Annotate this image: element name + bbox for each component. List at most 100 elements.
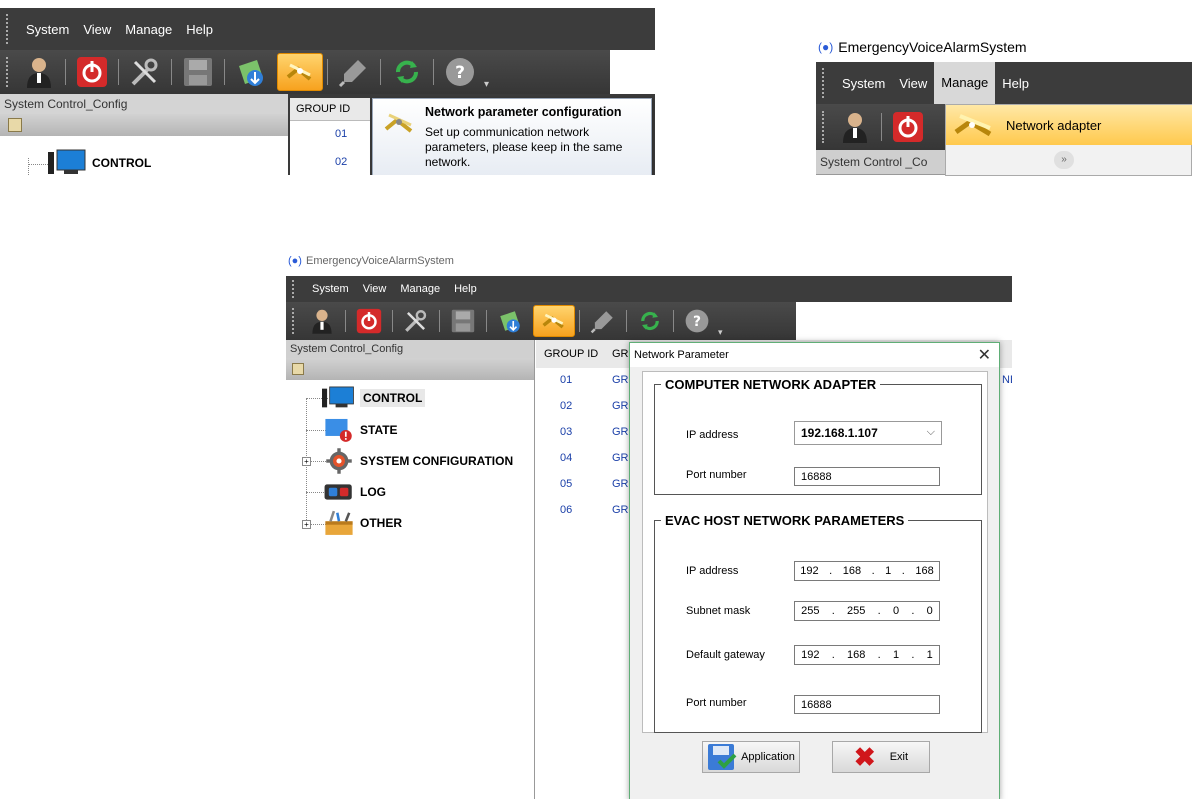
menu-system[interactable]: System [19,22,76,37]
save-icon[interactable] [444,305,482,337]
toolbar-separator [486,309,487,333]
user-icon[interactable] [303,305,341,337]
toolbar-grip [292,307,297,335]
host-port-input[interactable]: 16888 [794,695,940,714]
panel-header: System Control _Co [816,150,960,175]
help-icon[interactable]: ? [438,53,482,91]
tree-item-other[interactable]: OTHER [322,509,402,537]
subnet-mask-input[interactable]: 255. 255. 0. 0 [794,601,940,621]
toolbar-overflow-icon[interactable]: ▾ [484,79,489,90]
toolbar [816,104,956,150]
close-icon[interactable]: ✕ [978,345,991,365]
panel-subheader [0,114,288,136]
toolbar-separator [881,113,882,141]
toolbar-overflow-icon[interactable]: ▾ [718,327,723,338]
tools-icon[interactable] [397,305,435,337]
grid-cell-id[interactable]: 02 [335,156,347,168]
svg-text:?: ? [693,314,701,330]
panel-tree-icon[interactable] [8,118,22,132]
menu-help[interactable]: Help [179,22,220,37]
grid-cell-id[interactable]: 04 [560,452,572,464]
menu-manage[interactable]: Manage [118,22,179,37]
panel-title: System Control_Config [290,343,404,355]
menu-bar: System View Manage Help [286,276,1012,302]
dropdown-item-label: Network adapter [1006,117,1102,133]
help-icon[interactable]: ? [678,305,716,337]
clear-icon[interactable] [584,305,622,337]
panel-tree-icon[interactable] [292,363,304,375]
dropdown-item-network-adapter[interactable]: Network adapter [946,105,1192,145]
grid-cell-id[interactable]: 03 [560,426,572,438]
menu-help[interactable]: Help [447,283,484,295]
tree-item-state[interactable]: STATE [322,416,398,444]
network-upload-icon[interactable] [229,53,273,91]
tree-label-system-configuration: SYSTEM CONFIGURATION [360,454,514,468]
default-gateway-input[interactable]: 192. 168. 1. 1 [794,645,940,665]
toolbar-separator [626,309,627,333]
menu-view[interactable]: View [76,22,118,37]
save-icon [708,744,737,770]
toolbar-separator [579,309,580,333]
network-config-icon[interactable] [277,53,323,91]
tree-item-control[interactable]: CONTROL [322,384,426,412]
menu-manage[interactable]: Manage [393,283,447,295]
tree-label-control: CONTROL [92,156,152,170]
exit-button[interactable]: ✖ Exit [832,741,930,773]
host-group-legend: EVAC HOST NETWORK PARAMETERS [665,513,905,528]
expand-icon[interactable]: + [302,457,311,466]
network-config-icon[interactable] [533,305,575,337]
exit-label: Exit [889,751,909,763]
clear-icon[interactable] [332,53,376,91]
computer-ip-select[interactable]: 192.168.1.107 ⌵ [794,421,942,445]
tree-item-control[interactable]: CONTROL [48,148,151,175]
host-ip-input[interactable]: 192. 168. 1. 168 [794,561,940,581]
tree-item-log[interactable]: LOG [322,478,386,506]
dropdown-expand-icon[interactable]: » [1054,151,1074,169]
subnet-mask-label: Subnet mask [686,605,751,617]
close-icon: ✖ [853,742,876,772]
grid-cell-id[interactable]: 01 [560,374,572,386]
tree-item-system-configuration[interactable]: SYSTEM CONFIGURATION [322,447,513,475]
app-titlebar: (●) EmergencyVoiceAlarmSystem [286,250,1012,272]
menu-grip [292,279,297,299]
tree-connector [28,158,30,175]
chevron-down-icon[interactable]: ⌵ [927,426,935,439]
save-icon[interactable] [176,53,220,91]
grid-cell-id[interactable]: 02 [560,400,572,412]
menu-system[interactable]: System [835,76,892,91]
grid-header-group-id[interactable]: GROUP ID [290,98,370,121]
menu-help[interactable]: Help [995,76,1036,91]
network-upload-icon[interactable] [491,305,529,337]
toolbar-grip [6,56,11,88]
user-icon[interactable] [833,108,877,146]
menu-view[interactable]: View [356,283,394,295]
grid-cell-id[interactable]: 05 [560,478,572,490]
app-titlebar: (●) EmergencyVoiceAlarmSystem [816,36,1192,58]
network-parameter-dialog: Network Parameter ✕ COMPUTER NETWORK ADA… [629,342,1000,799]
panel-subheader [286,358,534,380]
toolbar-separator [171,58,172,86]
menu-bar: System View Manage Help [0,8,655,50]
application-button[interactable]: Application [702,741,800,773]
dialog-title: Network Parameter [634,349,729,361]
expand-icon[interactable]: + [302,520,311,529]
refresh-icon[interactable] [385,53,429,91]
grid-cell-id[interactable]: 06 [560,504,572,516]
menu-system[interactable]: System [305,283,356,295]
menu-view[interactable]: View [892,76,934,91]
toolbar-separator [433,58,434,86]
grid-cell-id[interactable]: 01 [335,128,347,140]
menu-manage[interactable]: Manage [934,62,996,104]
power-icon[interactable] [886,108,930,146]
power-icon[interactable] [70,53,114,91]
panel-title: System Control _Co [820,155,928,169]
tooltip-body: Set up communication network parameters,… [425,125,623,169]
power-icon[interactable] [350,305,388,337]
user-icon[interactable] [17,53,61,91]
menu-bar: System View Manage Help [816,62,1192,104]
tree-label-state: STATE [360,423,398,437]
refresh-icon[interactable] [631,305,669,337]
computer-port-input[interactable]: 16888 [794,467,940,486]
grid-header-group-id[interactable]: GROUP ID [544,348,598,360]
tools-icon[interactable] [123,53,167,91]
